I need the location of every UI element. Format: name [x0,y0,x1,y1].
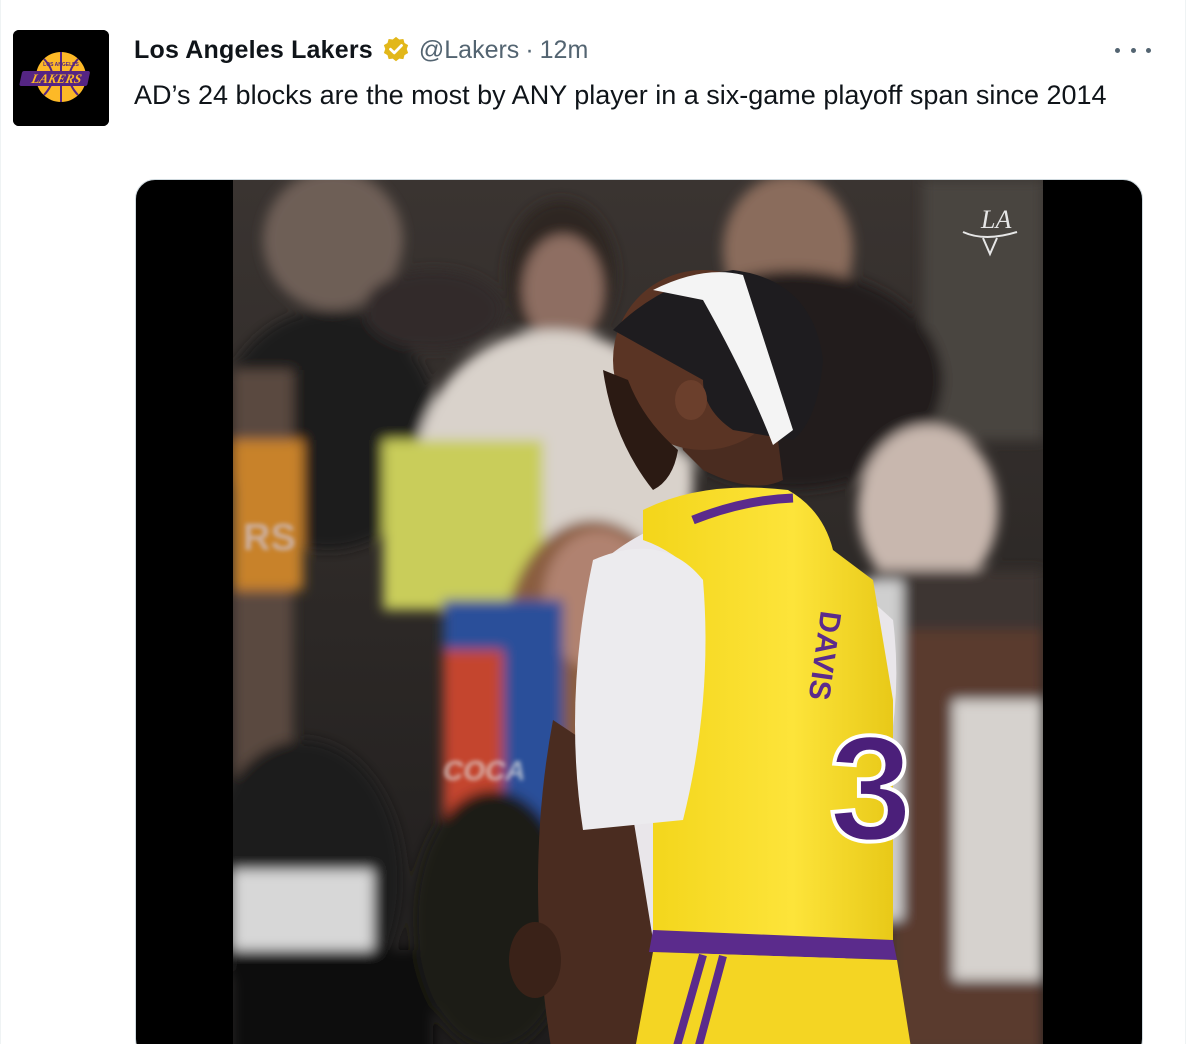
watermark-text: LA [980,205,1011,234]
user-handle[interactable]: @Lakers [419,36,519,65]
tweet-text: AD’s 24 blocks are the most by ANY playe… [134,80,1107,110]
crowd-shirt-text: COCA [443,755,525,786]
jersey-number-text: 3 [829,704,912,872]
tweet-media-video[interactable]: RS COCA DAVIS 3 LA [135,179,1143,1044]
tweet-card[interactable]: LOS ANGELES LAKERS Los Angeles Lakers @L… [0,0,1186,1044]
display-name[interactable]: Los Angeles Lakers [134,36,373,65]
separator-dot: · [525,35,534,64]
more-options-icon[interactable] [1115,36,1151,64]
crowd-sign-text: RS [243,517,296,559]
verified-gold-badge-icon[interactable] [381,35,411,65]
profile-avatar[interactable]: LOS ANGELES LAKERS [13,30,109,126]
tweet-header: Los Angeles Lakers @Lakers · 12m [134,32,588,68]
logo-text: LAKERS [29,71,83,86]
video-still-image: RS COCA DAVIS 3 LA [233,180,1043,1044]
logo-small-text: LOS ANGELES [43,62,79,68]
lakers-logo-icon: LOS ANGELES LAKERS [13,30,109,126]
video-frame[interactable]: RS COCA DAVIS 3 LA [233,180,1043,1044]
timestamp[interactable]: 12m [540,36,589,65]
